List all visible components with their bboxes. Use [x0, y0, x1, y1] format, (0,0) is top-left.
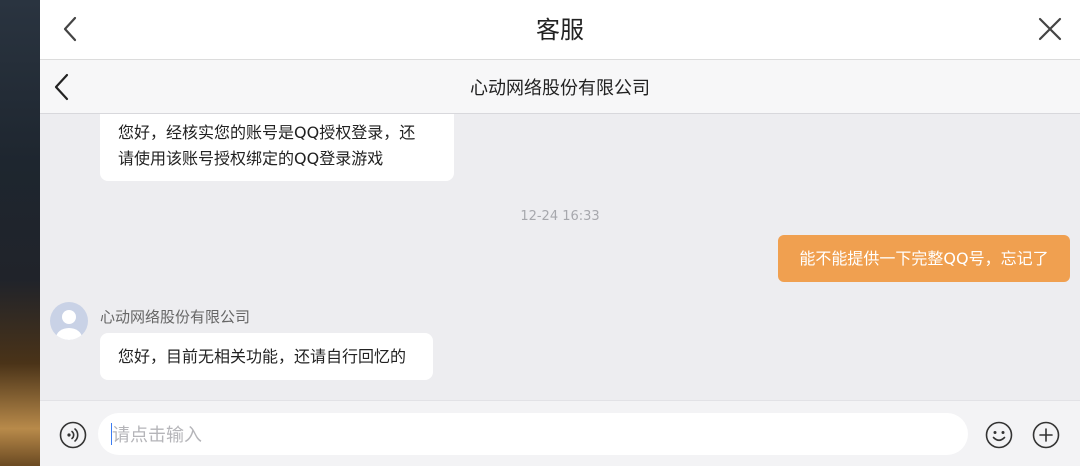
add-attachment-button[interactable]: [1031, 420, 1061, 450]
voice-button[interactable]: [58, 420, 88, 450]
plus-icon: [1032, 421, 1060, 449]
message-input-container[interactable]: [98, 413, 968, 457]
chat-message-list[interactable]: 您好，经核实您的账号是QQ授权登录，还 请使用该账号授权绑定的QQ登录游戏 12…: [40, 114, 1080, 400]
close-button[interactable]: [1032, 12, 1068, 46]
chat-title: 心动网络股份有限公司: [470, 78, 650, 99]
agent-message-bubble: 您好，目前无相关功能，还请自行回忆的: [100, 333, 433, 380]
avatar[interactable]: [50, 302, 88, 340]
message-text-line: 请使用该账号授权绑定的QQ登录游戏: [118, 149, 384, 168]
emoji-button[interactable]: [984, 420, 1014, 450]
emoji-icon: [985, 421, 1013, 449]
background-game-strip: [0, 0, 40, 466]
sender-name: 心动网络股份有限公司: [100, 308, 251, 326]
message-timestamp: 12-24 16:33: [520, 209, 600, 224]
user-avatar-icon: [56, 310, 82, 340]
close-icon: [1038, 17, 1062, 41]
user-message-bubble: 能不能提供一下完整QQ号，忘记了: [778, 235, 1070, 282]
top-navigation-bar: 客服: [40, 0, 1080, 60]
page-title: 客服: [536, 16, 584, 44]
voice-icon: [59, 421, 87, 449]
customer-service-panel: 客服 心动网络股份有限公司 您好，经核实您的账号是QQ授权登录，还 请使用该账号…: [40, 0, 1080, 466]
chat-header-bar: 心动网络股份有限公司: [40, 60, 1080, 114]
message-input[interactable]: [110, 413, 954, 457]
message-text-line: 您好，经核实您的账号是QQ授权登录，还: [118, 123, 416, 142]
agent-message-bubble: 您好，经核实您的账号是QQ授权登录，还 请使用该账号授权绑定的QQ登录游戏: [100, 114, 454, 181]
message-input-bar: [40, 400, 1080, 466]
